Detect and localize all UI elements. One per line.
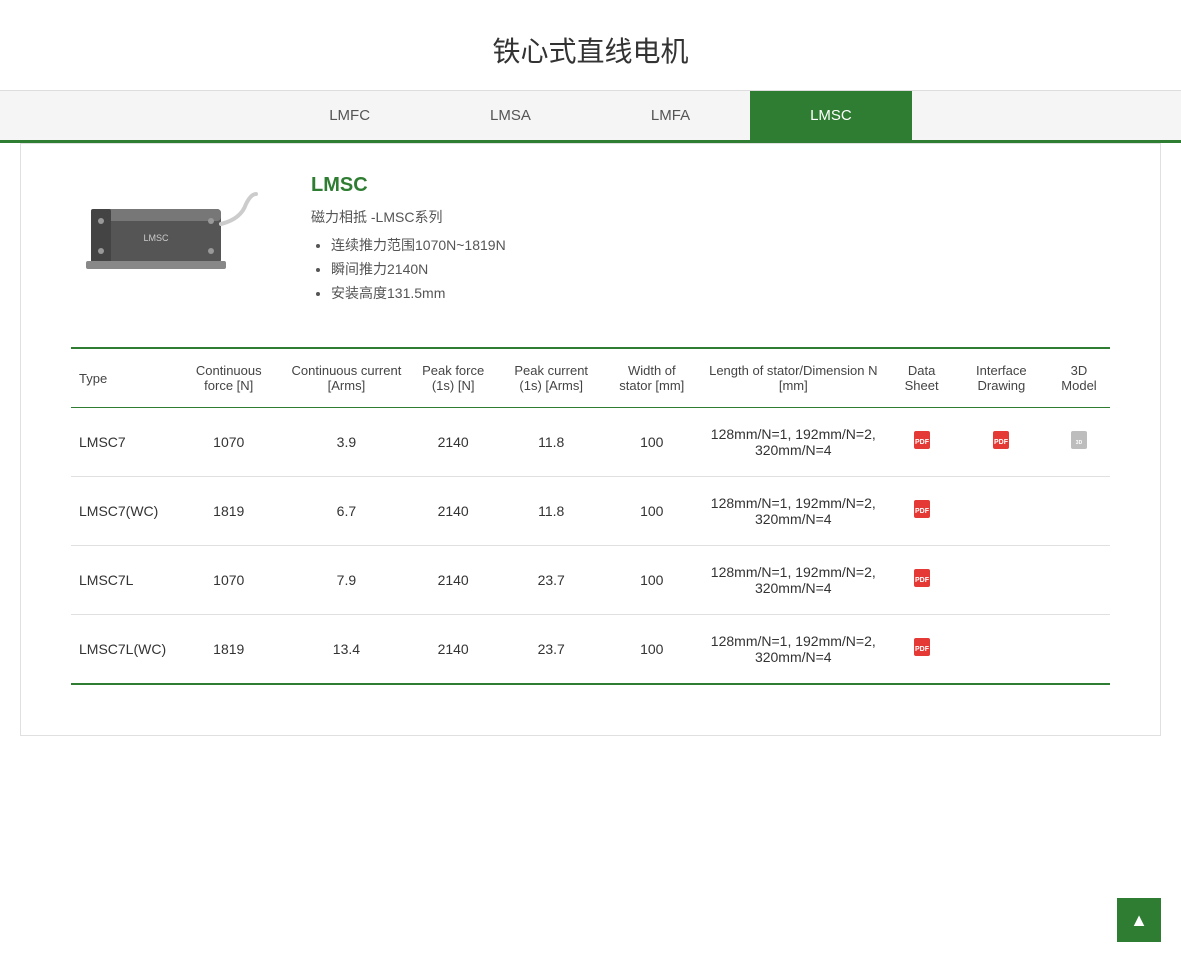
col-peak-force: Peak force (1s) [N] <box>409 348 496 408</box>
tab-lmsc[interactable]: LMSC <box>750 91 912 140</box>
svg-text:PDF: PDF <box>915 439 930 446</box>
cell-data-sheet[interactable]: PDF <box>889 615 955 685</box>
product-bullets: 连续推力范围1070N~1819N 瞬间推力2140N 安装高度131.5mm <box>311 235 506 303</box>
cell-3d-model <box>1048 546 1110 615</box>
cell-peak-current: 11.8 <box>497 477 606 546</box>
cell-width-stator: 100 <box>606 408 698 477</box>
cell-type: LMSC7 <box>71 408 174 477</box>
bullet-1: 连续推力范围1070N~1819N <box>331 235 506 255</box>
cell-length-stator: 128mm/N=1, 192mm/N=2, 320mm/N=4 <box>698 477 889 546</box>
cell-continuous-current: 13.4 <box>283 615 409 685</box>
tabs-bar: LMFC LMSA LMFA LMSC <box>0 90 1181 143</box>
table-row: LMSC710703.9214011.8100128mm/N=1, 192mm/… <box>71 408 1110 477</box>
data-sheet-pdf-icon[interactable]: PDF <box>913 430 931 455</box>
pdf-icon[interactable]: PDF <box>913 637 931 657</box>
col-length-stator: Length of stator/Dimension N [mm] <box>698 348 889 408</box>
cell-peak-current: 23.7 <box>497 546 606 615</box>
product-image: LMSC <box>71 174 271 294</box>
cell-type: LMSC7L <box>71 546 174 615</box>
cell-peak-current: 23.7 <box>497 615 606 685</box>
tab-lmfa[interactable]: LMFA <box>591 91 750 140</box>
tab-lmfc[interactable]: LMFC <box>269 91 430 140</box>
table-row: LMSC7(WC)18196.7214011.8100128mm/N=1, 19… <box>71 477 1110 546</box>
table-row: LMSC7L(WC)181913.4214023.7100128mm/N=1, … <box>71 615 1110 685</box>
cell-continuous-force: 1819 <box>174 477 283 546</box>
cell-continuous-current: 7.9 <box>283 546 409 615</box>
product-subtitle: 磁力相抵 -LMSC系列 <box>311 207 506 227</box>
cell-length-stator: 128mm/N=1, 192mm/N=2, 320mm/N=4 <box>698 615 889 685</box>
svg-text:PDF: PDF <box>915 577 930 584</box>
svg-text:LMSC: LMSC <box>143 233 169 243</box>
pdf-icon[interactable]: PDF <box>913 499 931 519</box>
svg-text:PDF: PDF <box>915 508 930 515</box>
product-table: Type Continuous force [N] Continuous cur… <box>71 347 1110 685</box>
cell-type: LMSC7(WC) <box>71 477 174 546</box>
cell-interface-drawing[interactable]: PDF <box>955 408 1048 477</box>
cell-interface-drawing <box>955 615 1048 685</box>
cell-data-sheet[interactable]: PDF <box>889 477 955 546</box>
cell-peak-force: 2140 <box>409 546 496 615</box>
table-row: LMSC7L10707.9214023.7100128mm/N=1, 192mm… <box>71 546 1110 615</box>
cell-peak-current: 11.8 <box>497 408 606 477</box>
cell-width-stator: 100 <box>606 477 698 546</box>
interface-drawing-pdf-icon[interactable]: PDF <box>992 430 1010 455</box>
col-peak-current: Peak current (1s) [Arms] <box>497 348 606 408</box>
data-sheet-pdf-icon[interactable]: PDF <box>913 499 931 524</box>
svg-text:PDF: PDF <box>994 439 1009 446</box>
cell-data-sheet[interactable]: PDF <box>889 408 955 477</box>
col-type: Type <box>71 348 174 408</box>
cell-width-stator: 100 <box>606 615 698 685</box>
pdf-icon[interactable]: PDF <box>913 568 931 588</box>
data-sheet-pdf-icon[interactable]: PDF <box>913 637 931 662</box>
cell-3d-model <box>1048 615 1110 685</box>
col-data-sheet: Data Sheet <box>889 348 955 408</box>
col-interface-drawing: Interface Drawing <box>955 348 1048 408</box>
cell-3d-model[interactable]: 3D <box>1048 408 1110 477</box>
cell-width-stator: 100 <box>606 546 698 615</box>
svg-text:PDF: PDF <box>915 646 930 653</box>
cell-continuous-current: 3.9 <box>283 408 409 477</box>
col-continuous-force: Continuous force [N] <box>174 348 283 408</box>
bullet-3: 安装高度131.5mm <box>331 283 506 303</box>
3d-model-icon[interactable]: 3D <box>1070 430 1088 455</box>
content-area: LMSC LMSC 磁力相抵 -LMSC系列 连续推力范围1070N~1819N… <box>20 143 1161 736</box>
cell-interface-drawing <box>955 546 1048 615</box>
cell-length-stator: 128mm/N=1, 192mm/N=2, 320mm/N=4 <box>698 546 889 615</box>
product-info: LMSC 磁力相抵 -LMSC系列 连续推力范围1070N~1819N 瞬间推力… <box>311 174 506 307</box>
cell-continuous-force: 1070 <box>174 408 283 477</box>
pdf-icon[interactable]: PDF <box>913 430 931 450</box>
cell-3d-model <box>1048 477 1110 546</box>
cell-peak-force: 2140 <box>409 408 496 477</box>
motor-illustration: LMSC <box>81 189 261 279</box>
col-continuous-current: Continuous current [Arms] <box>283 348 409 408</box>
cell-data-sheet[interactable]: PDF <box>889 546 955 615</box>
cell-length-stator: 128mm/N=1, 192mm/N=2, 320mm/N=4 <box>698 408 889 477</box>
bullet-2: 瞬间推力2140N <box>331 259 506 279</box>
back-to-top-button[interactable]: ▲ <box>1117 898 1161 942</box>
svg-text:3D: 3D <box>1076 440 1083 446</box>
cell-continuous-force: 1070 <box>174 546 283 615</box>
cell-peak-force: 2140 <box>409 477 496 546</box>
col-3d-model: 3D Model <box>1048 348 1110 408</box>
product-name: LMSC <box>311 174 506 197</box>
data-sheet-pdf-icon[interactable]: PDF <box>913 568 931 593</box>
cell-type: LMSC7L(WC) <box>71 615 174 685</box>
cell-continuous-force: 1819 <box>174 615 283 685</box>
col-width-stator: Width of stator [mm] <box>606 348 698 408</box>
cell-continuous-current: 6.7 <box>283 477 409 546</box>
cell-interface-drawing <box>955 477 1048 546</box>
cell-peak-force: 2140 <box>409 615 496 685</box>
page-title: 铁心式直线电机 <box>0 0 1181 90</box>
tab-lmsa[interactable]: LMSA <box>430 91 591 140</box>
product-header: LMSC LMSC 磁力相抵 -LMSC系列 连续推力范围1070N~1819N… <box>71 174 1110 307</box>
